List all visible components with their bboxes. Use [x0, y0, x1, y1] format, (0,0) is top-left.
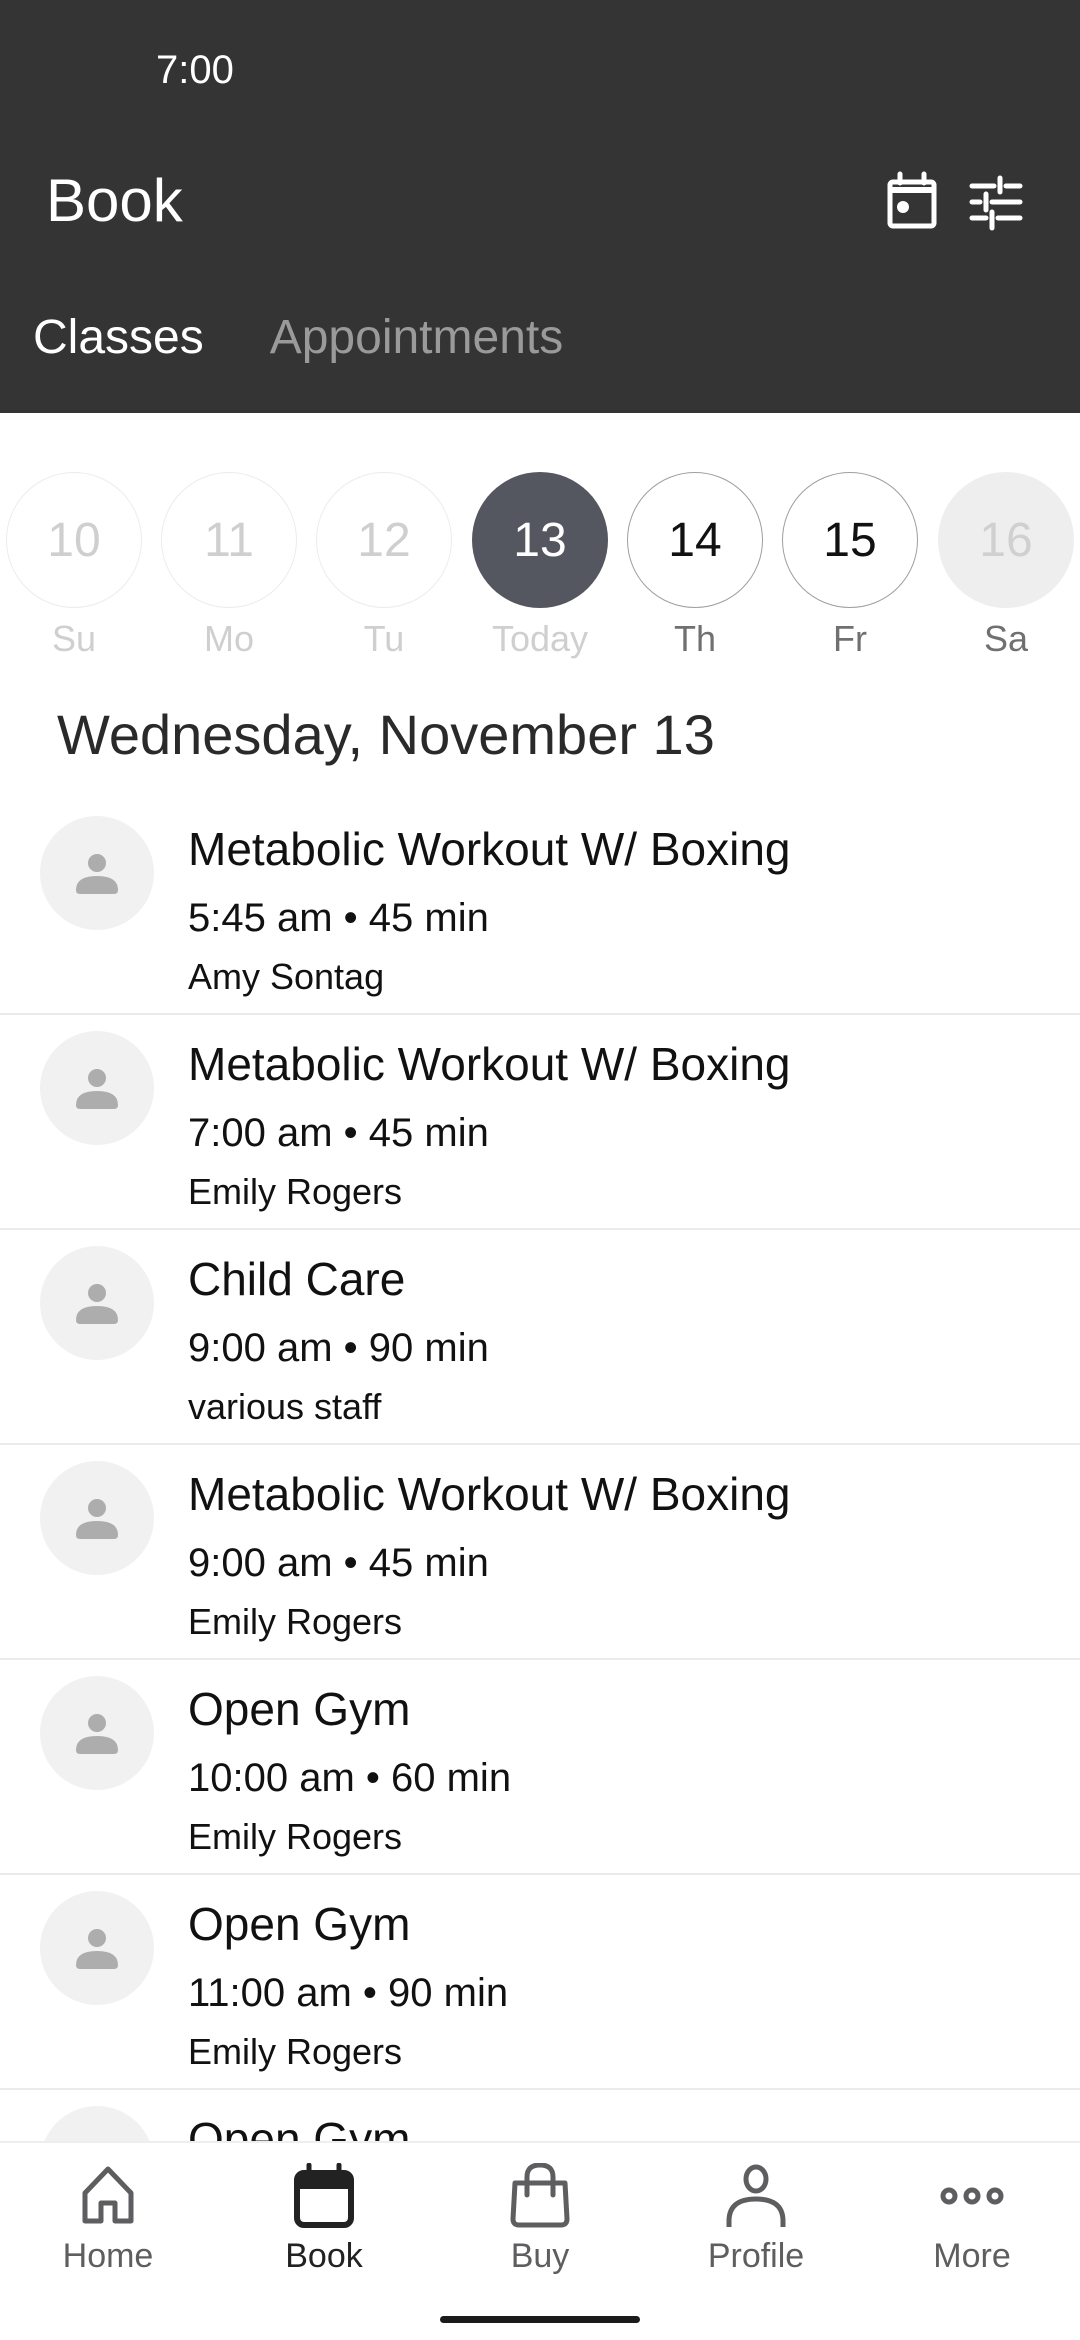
calendar-icon	[294, 2163, 354, 2228]
weekday-label: Th	[673, 618, 716, 659]
weekday-label: Tu	[363, 618, 405, 659]
class-staff: Emily Rogers	[188, 1601, 403, 1642]
person-placeholder-icon	[76, 1714, 118, 1754]
date-item-14[interactable]: 14 Th	[627, 472, 763, 660]
class-time: 7:00 am • 45 min	[188, 1111, 489, 1155]
person-placeholder-icon	[76, 1284, 118, 1324]
date-item-11[interactable]: 11 Mo	[161, 472, 297, 660]
class-list-item[interactable]: Metabolic Workout W/ Boxing 9:00 am • 45…	[0, 1445, 1080, 1660]
home-indicator[interactable]	[440, 2316, 640, 2323]
class-list-item[interactable]: Child Care 9:00 am • 90 min various staf…	[0, 1230, 1080, 1445]
tab-appointments[interactable]: Appointments	[270, 310, 564, 365]
tab-bar: Classes Appointments	[0, 310, 629, 365]
class-title: Open Gym	[188, 1898, 411, 1950]
date-circle: 15	[782, 472, 918, 608]
avatar	[40, 1246, 154, 1360]
more-dots-icon	[940, 2187, 1004, 2205]
nav-home[interactable]: Home	[0, 2163, 216, 2276]
class-staff: Emily Rogers	[188, 1171, 403, 1212]
class-staff: Emily Rogers	[188, 1816, 403, 1857]
class-list-item[interactable]: Metabolic Workout W/ Boxing 5:45 am • 45…	[0, 800, 1080, 1015]
date-circle: 12	[316, 472, 452, 608]
nav-label: More	[933, 2237, 1011, 2275]
nav-buy[interactable]: Buy	[432, 2163, 648, 2276]
weekday-label: Today	[491, 618, 589, 659]
app-header: 7:00 Book Classes Appointments	[0, 0, 1080, 413]
weekday-label: Mo	[203, 618, 254, 659]
class-staff: Emily Rogers	[188, 2031, 403, 2072]
nav-label: Home	[62, 2237, 154, 2275]
class-list: Metabolic Workout W/ Boxing 5:45 am • 45…	[0, 800, 1080, 2305]
page-title: Book	[46, 167, 183, 234]
date-item-15[interactable]: 15 Fr	[782, 472, 918, 660]
calendar-button[interactable]	[882, 170, 946, 234]
weekday-label: Fr	[833, 618, 867, 659]
bottom-navigation: Home Book Buy Profile More	[0, 2141, 1080, 2340]
date-circle-selected: 13	[472, 472, 608, 608]
home-icon	[82, 2166, 134, 2224]
person-placeholder-icon	[76, 1069, 118, 1109]
nav-label: Book	[285, 2237, 363, 2275]
class-time: 9:00 am • 90 min	[188, 1326, 489, 1370]
class-time: 10:00 am • 60 min	[188, 1756, 512, 1800]
shopping-bag-icon	[510, 2163, 570, 2228]
date-circle: 11	[161, 472, 297, 608]
status-bar-time: 7:00	[156, 48, 234, 92]
avatar	[40, 1461, 154, 1575]
tab-classes[interactable]: Classes	[33, 310, 204, 365]
person-icon	[726, 2164, 786, 2227]
date-item-13-today[interactable]: 13 Today	[472, 472, 608, 660]
class-time: 9:00 am • 45 min	[188, 1541, 489, 1585]
person-placeholder-icon	[76, 1499, 118, 1539]
nav-profile[interactable]: Profile	[648, 2163, 864, 2276]
avatar	[40, 1031, 154, 1145]
nav-label: Buy	[510, 2237, 570, 2275]
date-item-16[interactable]: 16 Sa	[938, 472, 1074, 660]
date-item-12[interactable]: 12 Tu	[316, 472, 452, 660]
class-time: 5:45 am • 45 min	[188, 896, 489, 940]
avatar	[40, 1891, 154, 2005]
date-circle: 14	[627, 472, 763, 608]
date-strip: 10 Su 11 Mo 12 Tu 13 Today 14 Th 15 Fr 1…	[0, 472, 1080, 662]
nav-book[interactable]: Book	[216, 2163, 432, 2276]
calendar-icon	[887, 171, 937, 229]
class-title: Child Care	[188, 1253, 406, 1305]
class-time: 11:00 am • 90 min	[188, 1971, 509, 2015]
class-staff: Amy Sontag	[188, 956, 385, 997]
filter-sliders-icon	[969, 175, 1023, 231]
filter-button[interactable]	[964, 170, 1028, 234]
date-circle: 10	[6, 472, 142, 608]
avatar	[40, 1676, 154, 1790]
class-list-item[interactable]: Open Gym 10:00 am • 60 min Emily Rogers	[0, 1660, 1080, 1875]
nav-more[interactable]: More	[864, 2163, 1080, 2276]
nav-label: Profile	[707, 2237, 805, 2275]
avatar	[40, 816, 154, 930]
person-placeholder-icon	[76, 1929, 118, 1969]
class-list-item[interactable]: Metabolic Workout W/ Boxing 7:00 am • 45…	[0, 1015, 1080, 1230]
selected-date-heading: Wednesday, November 13	[57, 703, 715, 766]
person-placeholder-icon	[76, 854, 118, 894]
class-title: Metabolic Workout W/ Boxing	[188, 1468, 791, 1520]
class-title: Metabolic Workout W/ Boxing	[188, 823, 791, 875]
date-circle: 16	[938, 472, 1074, 608]
class-title: Open Gym	[188, 1683, 411, 1735]
date-item-10[interactable]: 10 Su	[6, 472, 142, 660]
class-title: Metabolic Workout W/ Boxing	[188, 1038, 791, 1090]
weekday-label: Su	[51, 618, 97, 659]
class-staff: various staff	[188, 1386, 382, 1427]
class-list-item[interactable]: Open Gym 11:00 am • 90 min Emily Rogers	[0, 1875, 1080, 2090]
weekday-label: Sa	[983, 618, 1029, 659]
